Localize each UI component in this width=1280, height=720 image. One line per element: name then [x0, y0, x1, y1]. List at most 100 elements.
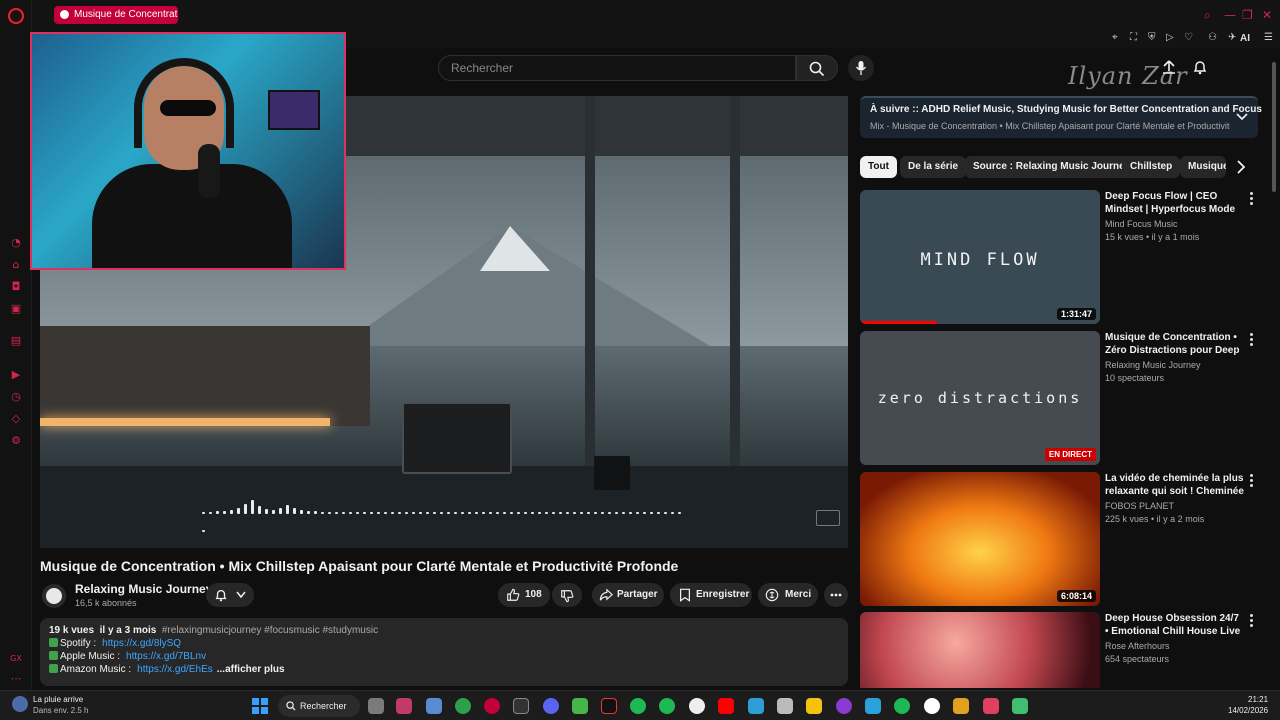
maximize-icon[interactable]: ❐: [1242, 8, 1253, 22]
clock-date[interactable]: 14/02/2026: [1228, 706, 1268, 715]
show-more-link[interactable]: ...afficher plus: [217, 664, 285, 675]
thanks-button[interactable]: Merci: [758, 583, 818, 607]
more-icon[interactable]: ⋯: [9, 672, 23, 686]
weather-icon[interactable]: [12, 696, 28, 712]
menu-icon[interactable]: ☰: [1264, 32, 1273, 43]
like-button[interactable]: 108: [498, 583, 550, 607]
video-thumbnail[interactable]: MIND FLOW 1:31:47: [860, 190, 1100, 324]
kebab-menu-icon[interactable]: [1250, 333, 1254, 348]
chip-series[interactable]: De la série: [900, 156, 967, 178]
recommendation-item[interactable]: Deep House Obsession 24/7 • Emotional Ch…: [860, 612, 1260, 688]
heart-icon[interactable]: ♡: [1184, 32, 1193, 43]
opera-icon[interactable]: [484, 698, 500, 714]
dislike-button[interactable]: [552, 583, 582, 607]
up-next-panel[interactable]: À suivre :: ADHD Relief Music, Studying …: [860, 96, 1262, 138]
adblock-icon[interactable]: ⛨: [1148, 32, 1156, 43]
kebab-menu-icon[interactable]: [1250, 474, 1254, 489]
close-icon[interactable]: ✕: [1262, 8, 1272, 22]
gx-icon[interactable]: GX: [9, 652, 23, 666]
settings-icon[interactable]: ⚙: [9, 434, 23, 448]
voice-search-button[interactable]: [848, 55, 874, 81]
purple-app-icon[interactable]: [836, 698, 852, 714]
app-icon[interactable]: [396, 698, 412, 714]
link-url[interactable]: https://x.gd/7BLnv: [126, 651, 206, 662]
settings-app-icon[interactable]: [426, 698, 442, 714]
search-tabs-icon[interactable]: ⌕: [1204, 8, 1211, 23]
snapshot-icon[interactable]: ⛶: [1130, 32, 1137, 43]
recommendation-title[interactable]: Deep Focus Flow | CEO Mindset | Hyperfoc…: [1105, 190, 1245, 216]
recommendation-item[interactable]: MIND FLOW 1:31:47 Deep Focus Flow | CEO …: [860, 190, 1260, 324]
messaging-icon[interactable]: [572, 698, 588, 714]
slack-icon[interactable]: [953, 698, 969, 714]
link-url[interactable]: https://x.gd/8lySQ: [102, 638, 181, 649]
task-view-icon[interactable]: [368, 698, 384, 714]
account-icon[interactable]: ⚇: [1208, 32, 1217, 43]
ai-label[interactable]: AI: [1240, 33, 1250, 44]
video-thumbnail[interactable]: zero distractions EN DIRECT: [860, 331, 1100, 465]
channel-watermark-icon[interactable]: [816, 510, 840, 526]
ai-assistant-icon[interactable]: ⌂: [9, 258, 23, 272]
tiktok-icon[interactable]: [601, 698, 617, 714]
save-button[interactable]: Enregistrer: [670, 583, 752, 607]
channel-name[interactable]: Relaxing Music Journey: [75, 582, 212, 596]
chip-all[interactable]: Tout: [860, 156, 897, 178]
upload-icon[interactable]: [1161, 59, 1177, 75]
recommendation-channel[interactable]: FOBOS PLANET: [1105, 501, 1174, 511]
weather-title[interactable]: La pluie arrive: [33, 695, 83, 704]
hashtags[interactable]: #relaxingmusicjourney #focusmusic #study…: [162, 625, 378, 636]
calculator-icon[interactable]: [777, 698, 793, 714]
recommendation-item[interactable]: 6:08:14 La vidéo de cheminée la plus rel…: [860, 472, 1260, 606]
search-button[interactable]: [796, 55, 838, 81]
video-description[interactable]: 19 k vues il y a 3 mois #relaxingmusicjo…: [40, 618, 848, 686]
recommendation-channel[interactable]: Rose Afterhours: [1105, 641, 1170, 651]
play-icon[interactable]: ▷: [1166, 32, 1174, 43]
video-thumbnail[interactable]: 6:08:14: [860, 472, 1100, 606]
mail-icon[interactable]: ▣: [9, 302, 23, 316]
speed-dial-icon[interactable]: ◔: [9, 236, 23, 250]
blue-app-icon[interactable]: [865, 698, 881, 714]
pin-icon[interactable]: ⌖: [1112, 32, 1118, 43]
recommendation-channel[interactable]: Relaxing Music Journey: [1105, 360, 1201, 370]
chat-app-icon[interactable]: [689, 698, 705, 714]
windows-start-icon[interactable]: [252, 698, 268, 714]
kebab-menu-icon[interactable]: [1250, 192, 1254, 207]
white-app-icon[interactable]: [924, 698, 940, 714]
extensions-icon[interactable]: ◇: [9, 412, 23, 426]
chip-chillstep[interactable]: Chillstep: [1122, 156, 1181, 178]
history-icon[interactable]: ◷: [9, 390, 23, 404]
aria-icon[interactable]: ✈: [1228, 32, 1236, 43]
scrollbar-thumb[interactable]: [1272, 62, 1276, 192]
chrome-icon[interactable]: [455, 698, 471, 714]
player-icon[interactable]: ▶: [9, 368, 23, 382]
discord-icon[interactable]: [543, 698, 559, 714]
kebab-menu-icon[interactable]: [1250, 614, 1254, 629]
link-url[interactable]: https://x.gd/EhEs: [137, 664, 213, 675]
chevron-right-icon[interactable]: [1236, 160, 1246, 174]
taskbar-search[interactable]: Rechercher: [278, 695, 360, 717]
clock-time[interactable]: 21:21: [1248, 695, 1268, 704]
recommendation-channel[interactable]: Mind Focus Music: [1105, 219, 1178, 229]
more-actions-button[interactable]: [824, 583, 848, 607]
subscription-bell-button[interactable]: [206, 583, 254, 607]
chip-musique[interactable]: Musique: [1180, 156, 1226, 178]
recommendation-title[interactable]: Musique de Concentration • Zéro Distract…: [1105, 331, 1245, 357]
page-scrollbar[interactable]: [1270, 52, 1278, 688]
recommendation-title[interactable]: Deep House Obsession 24/7 • Emotional Ch…: [1105, 612, 1245, 638]
notifications-icon[interactable]: [1192, 59, 1208, 75]
chip-source[interactable]: Source : Relaxing Music Journey: [965, 156, 1139, 178]
twitch-icon[interactable]: ▤: [9, 334, 23, 348]
notes-app-icon[interactable]: [748, 698, 764, 714]
youtube-icon[interactable]: [718, 698, 734, 714]
recommendation-title[interactable]: La vidéo de cheminée la plus relaxante q…: [1105, 472, 1245, 498]
browser-tab[interactable]: Musique de Concentrat: [54, 6, 178, 24]
messenger-icon[interactable]: ◘: [9, 280, 23, 294]
green-app-icon[interactable]: [1012, 698, 1028, 714]
opera-logo-icon[interactable]: [8, 8, 24, 24]
share-button[interactable]: Partager: [592, 583, 664, 607]
recommendation-item[interactable]: zero distractions EN DIRECT Musique de C…: [860, 331, 1260, 465]
file-explorer-icon[interactable]: [806, 698, 822, 714]
minimize-icon[interactable]: —: [1224, 8, 1236, 22]
video-thumbnail[interactable]: [860, 612, 1100, 688]
spotify-icon[interactable]: [894, 698, 910, 714]
opera-gx-icon[interactable]: [513, 698, 529, 714]
